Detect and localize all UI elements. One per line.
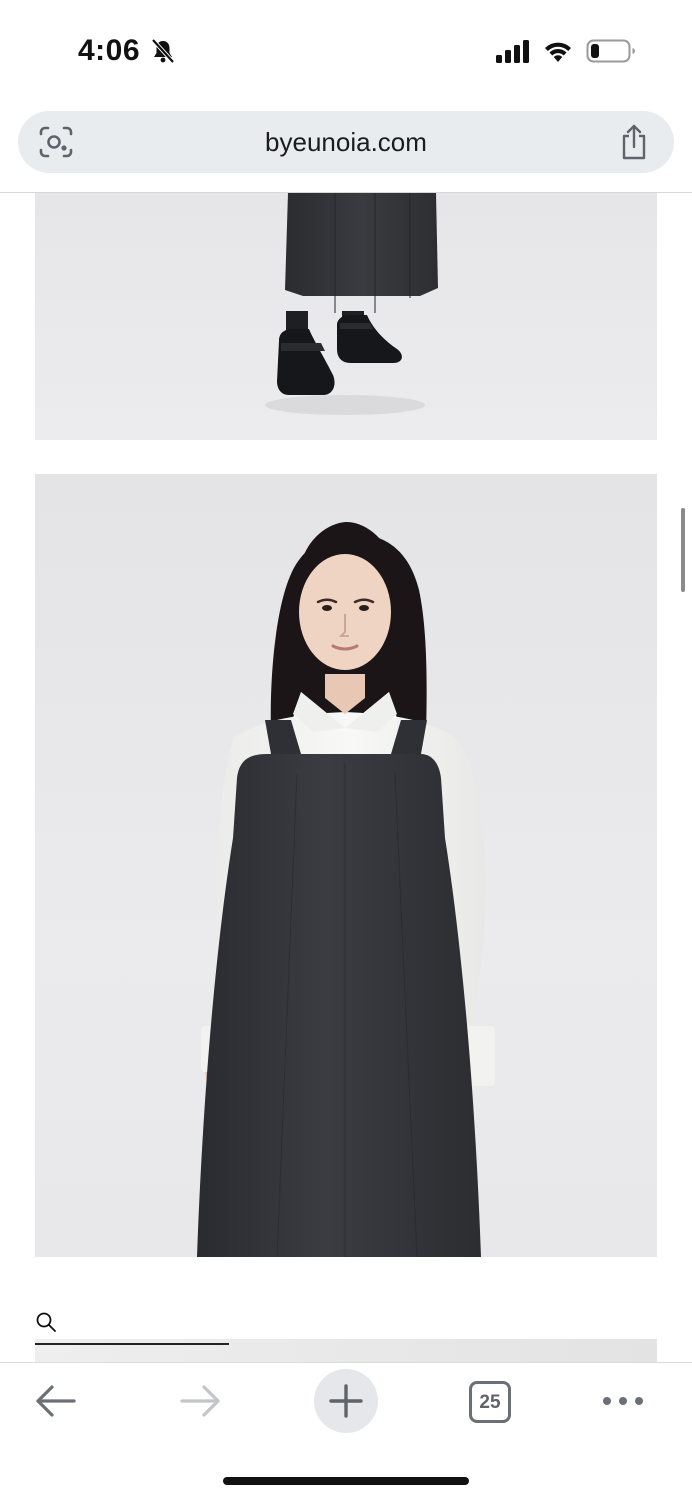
address-bar[interactable]: byeunoia.com	[18, 111, 674, 173]
product-image	[265, 193, 438, 415]
tab-count: 25	[479, 1392, 501, 1413]
search-underline	[35, 1343, 229, 1345]
bell-slash-icon	[151, 38, 175, 64]
scrollbar-thumb[interactable]	[681, 508, 685, 592]
model-photo-feet	[35, 193, 657, 440]
new-tab-button[interactable]	[314, 1369, 378, 1433]
model-photo-pinafore	[35, 474, 657, 1257]
browser-toolbar: 25	[0, 1362, 692, 1500]
status-bar: 4:06	[0, 0, 692, 100]
search-icon[interactable]	[35, 1311, 57, 1333]
arrow-left-icon[interactable]	[34, 1381, 78, 1421]
share-icon[interactable]	[618, 123, 650, 161]
ellipsis-icon[interactable]	[600, 1391, 646, 1411]
battery-icon	[586, 39, 635, 63]
page-content[interactable]	[0, 193, 692, 1363]
cellular-signal-icon	[496, 40, 529, 63]
product-image	[197, 522, 495, 1257]
tab-switcher-button[interactable]: 25	[469, 1381, 511, 1423]
home-indicator	[223, 1477, 469, 1485]
status-time: 4:06	[78, 34, 141, 67]
arrow-right-icon[interactable]	[178, 1381, 222, 1421]
plus-icon	[329, 1384, 363, 1418]
url-text[interactable]: byeunoia.com	[18, 127, 674, 158]
wifi-icon	[545, 42, 571, 62]
